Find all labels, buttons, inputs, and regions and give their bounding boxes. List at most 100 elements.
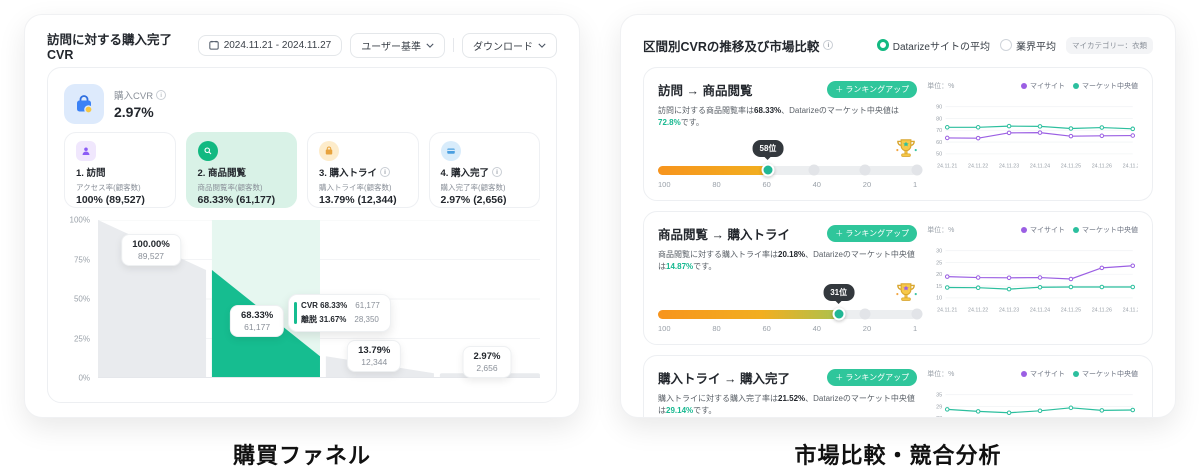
svg-text:24.11.23: 24.11.23 <box>999 307 1019 313</box>
svg-text:24.11.25: 24.11.25 <box>1061 307 1081 313</box>
svg-text:60: 60 <box>936 140 942 146</box>
unit-label: 単位：% <box>927 226 955 234</box>
market-panel: 区間別CVRの推移及び市場比較 i Datarizeサイトの平均 業界平均 マイカ… <box>620 14 1176 418</box>
legend-item: マーケット中央値 <box>1073 369 1138 379</box>
funnel-label-purchase-complete: 2.97% 2,656 <box>462 346 512 379</box>
funnel-label-purchase-try: 13.79% 12,344 <box>347 340 402 373</box>
info-icon[interactable]: i <box>156 90 167 100</box>
rank-scale: 100 80 60 40 20 1 <box>658 179 918 189</box>
svg-text:30: 30 <box>936 248 942 254</box>
svg-text:80: 80 <box>936 116 942 122</box>
product-view-icon <box>197 141 218 161</box>
svg-text:24.11.26: 24.11.26 <box>1092 307 1112 313</box>
rank-tooltip: 31位 <box>823 283 855 301</box>
chart-legend: マイサイト マーケット中央値 <box>1021 81 1138 91</box>
line-chart: 30 25 20 15 10 24.11.21 24.11.22 24.11.23 24.11.… <box>936 248 1138 313</box>
svg-text:90: 90 <box>936 104 942 110</box>
divider <box>453 38 454 52</box>
purchase-cvr-label: 購入CVR <box>114 91 154 102</box>
radio-unselected-icon <box>1000 39 1012 51</box>
svg-text:24.11.21: 24.11.21 <box>937 307 957 313</box>
ranking-up-badge: ＋ ランキングアップ <box>827 81 918 98</box>
dashboard: 訪問に対する購入完了CVR 2024.11.21 - 2024.11.27 ユー… <box>0 0 1200 476</box>
line-chart: 352923171124.11.2124.11.2224.11.2324.11.… <box>936 392 1136 418</box>
step-card-purchase-try[interactable]: 3. 購入トライ i 購入トライ率(顧客数) 13.79% (12,344) <box>307 132 419 208</box>
legend-item: マイサイト <box>1021 81 1065 91</box>
section-title: 商品閲覧 → 購入トライ <box>658 227 790 242</box>
funnel-panel: 訪問に対する購入完了CVR 2024.11.21 - 2024.11.27 ユー… <box>24 14 580 418</box>
svg-text:20: 20 <box>936 272 942 278</box>
unit-label: 単位：% <box>927 370 955 378</box>
info-icon[interactable]: i <box>492 167 503 177</box>
radio-site-average[interactable]: Datarizeサイトの平均 <box>876 38 990 53</box>
date-range-label: 2024.11.21 - 2024.11.27 <box>223 39 332 51</box>
user-basis-dropdown[interactable]: ユーザー基準 <box>350 32 445 58</box>
svg-text:23: 23 <box>936 416 942 418</box>
svg-text:24.11.22: 24.11.22 <box>968 307 988 313</box>
section-description: 購入トライに対する購入完了率は21.52%、Datarizeのマーケット中央値は… <box>658 393 915 415</box>
chevron-down-icon <box>426 43 434 48</box>
visit-icon <box>76 141 96 161</box>
section-title: 購入トライ → 購入完了 <box>658 371 790 386</box>
date-range-button[interactable]: 2024.11.21 - 2024.11.27 <box>197 34 343 56</box>
ranking-bar[interactable]: 58位 100 80 60 40 20 1 <box>658 139 923 189</box>
market-panel-title: 区間別CVRの推移及び市場比較 <box>643 39 820 54</box>
funnel-card: 購入CVR i 2.97% 1. 訪問 アクセス率(顧客数) 100% (89,5… <box>47 67 557 403</box>
svg-text:24.11.25: 24.11.25 <box>1061 163 1081 169</box>
cvr-section-view-try: 商品閲覧 → 購入トライ ＋ ランキングアップ 商品閲覧に対する購入トライ率は2… <box>643 210 1153 345</box>
svg-text:24.11.27: 24.11.27 <box>1123 163 1138 169</box>
trophy-icon <box>896 282 918 301</box>
rank-track <box>658 307 923 321</box>
funnel-y-axis: 100% 75% 50% 25% 0% <box>69 215 90 383</box>
svg-text:50: 50 <box>936 152 942 158</box>
rank-dot[interactable] <box>761 163 775 177</box>
funnel-chart: 100% 75% 50% 25% 0% 100.00% 89,527 68.33%… <box>64 215 540 392</box>
category-badge: マイカテゴリー：衣類 <box>1066 36 1153 54</box>
section-title: 訪問 → 商品閲覧 <box>658 84 753 98</box>
legend-item: マイサイト <box>1021 369 1065 379</box>
svg-text:24.11.27: 24.11.27 <box>1123 307 1138 313</box>
chart-legend: マイサイト マーケット中央値 <box>1021 225 1138 235</box>
rank-dot[interactable] <box>832 307 846 321</box>
calendar-icon <box>209 40 219 50</box>
step-card-purchase-complete[interactable]: 4. 購入完了 i 購入完了率(顧客数) 2.97% (2,656) <box>428 132 540 208</box>
svg-text:10: 10 <box>936 296 942 302</box>
rank-tooltip: 58位 <box>752 139 784 157</box>
caption-market: 市場比較・競合分析 <box>794 443 1002 468</box>
svg-text:24.11.24: 24.11.24 <box>1030 163 1050 169</box>
step-card-product-view[interactable]: 2. 商品閲覧 商品閲覧率(顧客数) 68.33% (61,177) <box>185 132 297 208</box>
svg-text:35: 35 <box>936 392 942 398</box>
legend-item: マイサイト <box>1021 225 1065 235</box>
rank-track <box>658 163 923 177</box>
info-icon[interactable]: i <box>380 167 391 177</box>
info-icon[interactable]: i <box>823 40 834 50</box>
funnel-panel-title: 訪問に対する購入完了CVR <box>47 32 173 62</box>
svg-text:24.11.21: 24.11.21 <box>937 163 957 169</box>
ranking-up-badge: ＋ ランキングアップ <box>827 368 918 386</box>
line-chart: 90 80 70 60 50 24.11.21 24.11.22 24.11.23 24.11.… <box>936 104 1138 169</box>
purchase-cvr-value: 2.97% <box>114 104 154 120</box>
download-dropdown[interactable]: ダウンロード <box>462 32 557 58</box>
svg-text:70: 70 <box>936 128 942 134</box>
legend-item: マーケット中央値 <box>1073 225 1138 235</box>
step-card-visit[interactable]: 1. 訪問 アクセス率(顧客数) 100% (89,527) <box>64 132 176 208</box>
purchase-complete-icon <box>440 141 461 161</box>
chevron-down-icon <box>538 43 546 48</box>
ranking-up-badge: ＋ ランキングアップ <box>827 224 918 242</box>
rank-scale: 100 80 60 40 20 1 <box>658 323 918 333</box>
trophy-icon <box>896 139 918 157</box>
svg-text:24.11.26: 24.11.26 <box>1092 163 1112 169</box>
section-description: 訪問に対する商品閲覧率は68.33%、Datarizeのマーケット中央値は72.… <box>658 106 899 128</box>
funnel-tooltip: CVR 68.33% 61,177 離脱 31.67% 28,350 <box>288 294 391 333</box>
svg-text:15: 15 <box>936 284 942 290</box>
svg-text:25: 25 <box>936 260 942 266</box>
purchase-try-icon <box>319 141 339 161</box>
cvr-section-visit-view: 訪問 → 商品閲覧 ＋ ランキングアップ 訪問に対する商品閲覧率は68.33%、… <box>643 67 1153 201</box>
unit-label: 単位：% <box>927 83 955 90</box>
svg-text:24.11.24: 24.11.24 <box>1030 307 1050 313</box>
chart-legend: マイサイト マーケット中央値 <box>1021 369 1138 379</box>
ranking-bar[interactable]: 31位 100 80 60 40 20 1 <box>658 282 923 333</box>
funnel-label-product-view: 68.33% 61,177 <box>229 305 285 338</box>
svg-text:29: 29 <box>936 404 942 410</box>
radio-industry-average[interactable]: 業界平均 <box>1000 38 1056 53</box>
